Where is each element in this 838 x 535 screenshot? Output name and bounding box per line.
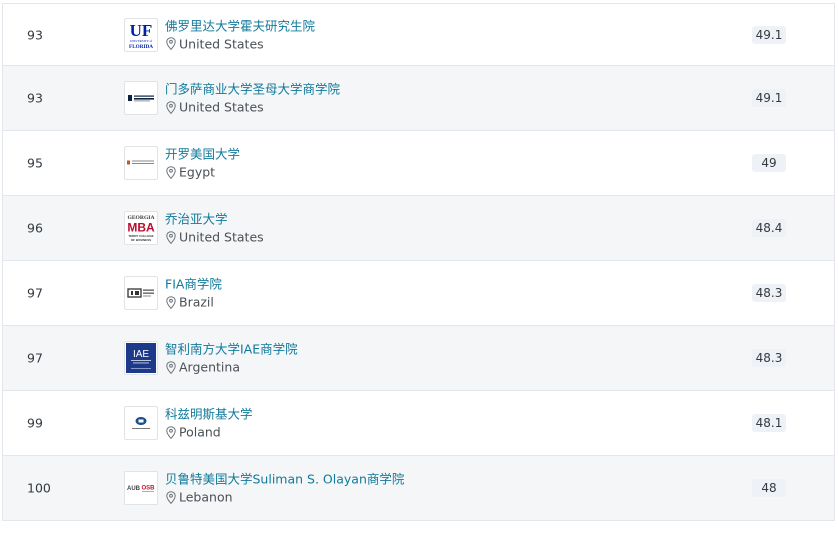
auc-logo[interactable] [124,146,158,180]
school-name-link[interactable]: 佛罗里达大学霍夫研究生院 [165,17,315,34]
school-name-link[interactable]: 科兹明斯基大学 [165,406,253,423]
school-location: Poland [165,424,253,441]
school-name-link[interactable]: 智利南方大学IAE商学院 [165,341,298,358]
table-row: 95 开罗美国大学 Egypt 49 [3,131,834,196]
country-label: Lebanon [179,489,233,505]
country-label: Argentina [179,359,240,375]
score-badge: 48 [752,479,786,497]
aub-osb-logo[interactable]: AUB OSB [124,471,158,505]
score-badge: 48.1 [752,414,786,432]
school-name-link[interactable]: 开罗美国大学 [165,146,240,163]
school-location: United States [165,99,340,116]
notre-dame-logo[interactable] [124,81,158,115]
location-pin-icon [166,165,176,179]
location-pin-icon [166,37,176,51]
country-label: United States [179,229,264,245]
location-pin-icon [166,490,176,504]
svg-text:UF: UF [130,21,153,40]
country-label: United States [179,36,264,51]
location-pin-icon [166,230,176,244]
school-location: United States [165,229,264,246]
school-location: United States [165,35,315,52]
location-pin-icon [166,100,176,114]
school-location: Argentina [165,359,298,376]
rank-value: 93 [27,90,43,106]
table-row: 97 FIA商学院 Brazil 48.3 [3,261,834,326]
rank-value: 96 [27,220,43,236]
score-badge: 49 [752,154,786,172]
school-name-link[interactable]: 门多萨商业大学圣母大学商学院 [165,81,340,98]
school-name-link[interactable]: 贝鲁特美国大学Suliman S. Olayan商学院 [165,471,404,488]
score-badge: 49.1 [752,89,786,107]
kozminski-logo[interactable] [124,406,158,440]
country-label: Brazil [179,294,214,310]
svg-text:OF BUSINESS: OF BUSINESS [131,238,151,242]
location-pin-icon [166,295,176,309]
school-location: Egypt [165,164,240,181]
rank-value: 93 [27,27,43,42]
rank-value: 100 [27,480,51,496]
school-location: Lebanon [165,489,404,506]
svg-text:MBA: MBA [127,221,155,235]
table-row: 97 IAE 智利南方大学IAE商学院 Argentina 48.3 [3,326,834,391]
svg-text:IAE: IAE [133,349,149,360]
svg-text:UNIVERSITY of: UNIVERSITY of [130,39,153,43]
svg-text:FLORIDA: FLORIDA [129,44,153,50]
georgia-mba-logo[interactable]: GEORGIA MBA TERRY COLLEGE OF BUSINESS [124,211,158,245]
location-pin-icon [166,425,176,439]
uf-logo[interactable]: UF UNIVERSITY of FLORIDA [124,17,158,52]
score-badge: 48.3 [752,349,786,367]
rank-value: 95 [27,155,43,171]
table-row: 93 门多萨商业大学圣母大学商学院 United States 49.1 [3,66,834,131]
table-row: 99 科兹明斯基大学 Poland 48.1 [3,391,834,456]
country-label: Egypt [179,164,216,180]
rank-value: 99 [27,415,43,431]
location-pin-icon [166,360,176,374]
table-row: 100 AUB OSB 贝鲁特美国大学Suliman S. Olayan商学院 … [3,456,834,521]
country-label: United States [179,99,264,115]
score-badge: 49.1 [752,25,786,44]
country-label: Poland [179,424,221,440]
table-row: 96 GEORGIA MBA TERRY COLLEGE OF BUSINESS… [3,196,834,261]
rank-value: 97 [27,350,43,366]
svg-text:OSB: OSB [141,486,155,492]
school-name-link[interactable]: FIA商学院 [165,276,222,293]
fia-logo[interactable] [124,276,158,310]
ranking-table: 93 UF UNIVERSITY of FLORIDA 佛罗里达大学霍夫研究生院… [2,3,835,521]
school-name-link[interactable]: 乔治亚大学 [165,211,264,228]
iae-logo[interactable]: IAE [124,341,158,375]
score-badge: 48.4 [752,219,786,237]
table-row: 93 UF UNIVERSITY of FLORIDA 佛罗里达大学霍夫研究生院… [3,4,834,66]
school-location: Brazil [165,294,222,311]
rank-value: 97 [27,285,43,301]
score-badge: 48.3 [752,284,786,302]
svg-text:AUB: AUB [127,486,141,492]
